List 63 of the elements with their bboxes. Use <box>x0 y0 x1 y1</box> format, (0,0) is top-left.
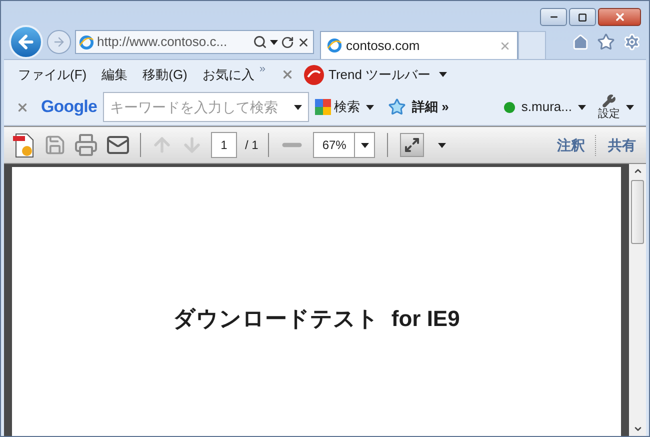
restore-icon <box>578 12 587 22</box>
settings-icon[interactable] <box>623 33 641 51</box>
close-icon <box>614 11 626 23</box>
fullscreen-icon <box>404 137 420 153</box>
url-text: http://www.contoso.c... <box>97 33 228 52</box>
ie-logo-icon <box>79 34 94 50</box>
bookmark-star-icon[interactable] <box>388 98 406 116</box>
menu-item[interactable]: 編集 <box>102 64 128 84</box>
close-toolbar-icon[interactable] <box>16 100 29 114</box>
forward-arrow-icon <box>52 35 66 49</box>
zoom-value: 67% <box>321 137 348 154</box>
dropdown-caret-icon <box>294 104 302 110</box>
print-icon[interactable] <box>74 133 98 157</box>
vertical-scrollbar[interactable] <box>629 164 646 436</box>
caret-icon <box>438 72 447 77</box>
tab-close-icon[interactable] <box>499 40 511 52</box>
ie-logo-icon <box>327 38 342 53</box>
refresh-icon[interactable] <box>281 36 294 48</box>
restore-button[interactable] <box>569 8 596 26</box>
trend-toolbar-menu[interactable]: Trend ツールバー <box>328 64 431 84</box>
share-button[interactable]: 共有 <box>604 134 638 156</box>
annotate-button[interactable]: 注釈 <box>557 134 596 156</box>
browser-tab[interactable]: contoso.com <box>320 31 518 59</box>
menu-overflow-chevron[interactable]: » <box>259 61 266 78</box>
pdf-document-icon[interactable] <box>12 132 36 158</box>
scrollbar-thumb[interactable] <box>631 180 644 244</box>
scroll-up-icon[interactable] <box>632 166 642 176</box>
home-icon[interactable] <box>572 34 589 50</box>
search-button[interactable]: 検索 <box>334 97 360 117</box>
stop-icon[interactable] <box>297 36 310 48</box>
menu-item[interactable]: 移動(G) <box>142 64 188 84</box>
save-icon[interactable] <box>44 134 66 156</box>
tab-title: contoso.com <box>346 36 421 55</box>
caret-icon <box>578 104 586 110</box>
caret-icon <box>366 104 374 110</box>
search-icon[interactable] <box>253 35 267 49</box>
more-button[interactable]: 詳細 » <box>412 97 449 117</box>
caret-icon <box>626 104 634 110</box>
zoom-select[interactable]: 67% <box>313 132 376 158</box>
email-icon[interactable] <box>106 133 130 157</box>
search-field[interactable]: キーワードを入力して検索 <box>103 92 310 122</box>
google-logo: Google <box>41 96 98 118</box>
forward-button[interactable] <box>47 30 71 54</box>
document-heading: ダウンロードテスト for IE9 <box>173 305 460 333</box>
scroll-down-icon[interactable] <box>632 424 642 434</box>
page-number-field[interactable]: 1 <box>211 132 237 158</box>
close-toolbar-icon[interactable] <box>280 68 294 81</box>
menu-item[interactable]: お気に入 <box>202 64 254 84</box>
menu-item[interactable]: ファイル(F) <box>18 64 87 84</box>
wrench-icon[interactable] <box>602 94 616 108</box>
google-search-icon <box>315 99 332 115</box>
address-bar[interactable]: http://www.contoso.c... <box>75 30 314 54</box>
fullscreen-button[interactable] <box>400 133 424 157</box>
caret-icon <box>270 40 278 44</box>
close-button[interactable] <box>598 8 641 26</box>
trend-logo-icon <box>302 64 325 86</box>
account-menu[interactable]: s.mura... <box>521 97 572 117</box>
favorites-star-icon[interactable] <box>597 33 615 51</box>
more-options-icon <box>438 142 446 148</box>
zoom-caret-icon <box>360 142 369 148</box>
settings-label[interactable]: 設定 <box>598 108 620 120</box>
page-total: / 1 <box>245 137 258 154</box>
back-button[interactable] <box>9 25 43 59</box>
